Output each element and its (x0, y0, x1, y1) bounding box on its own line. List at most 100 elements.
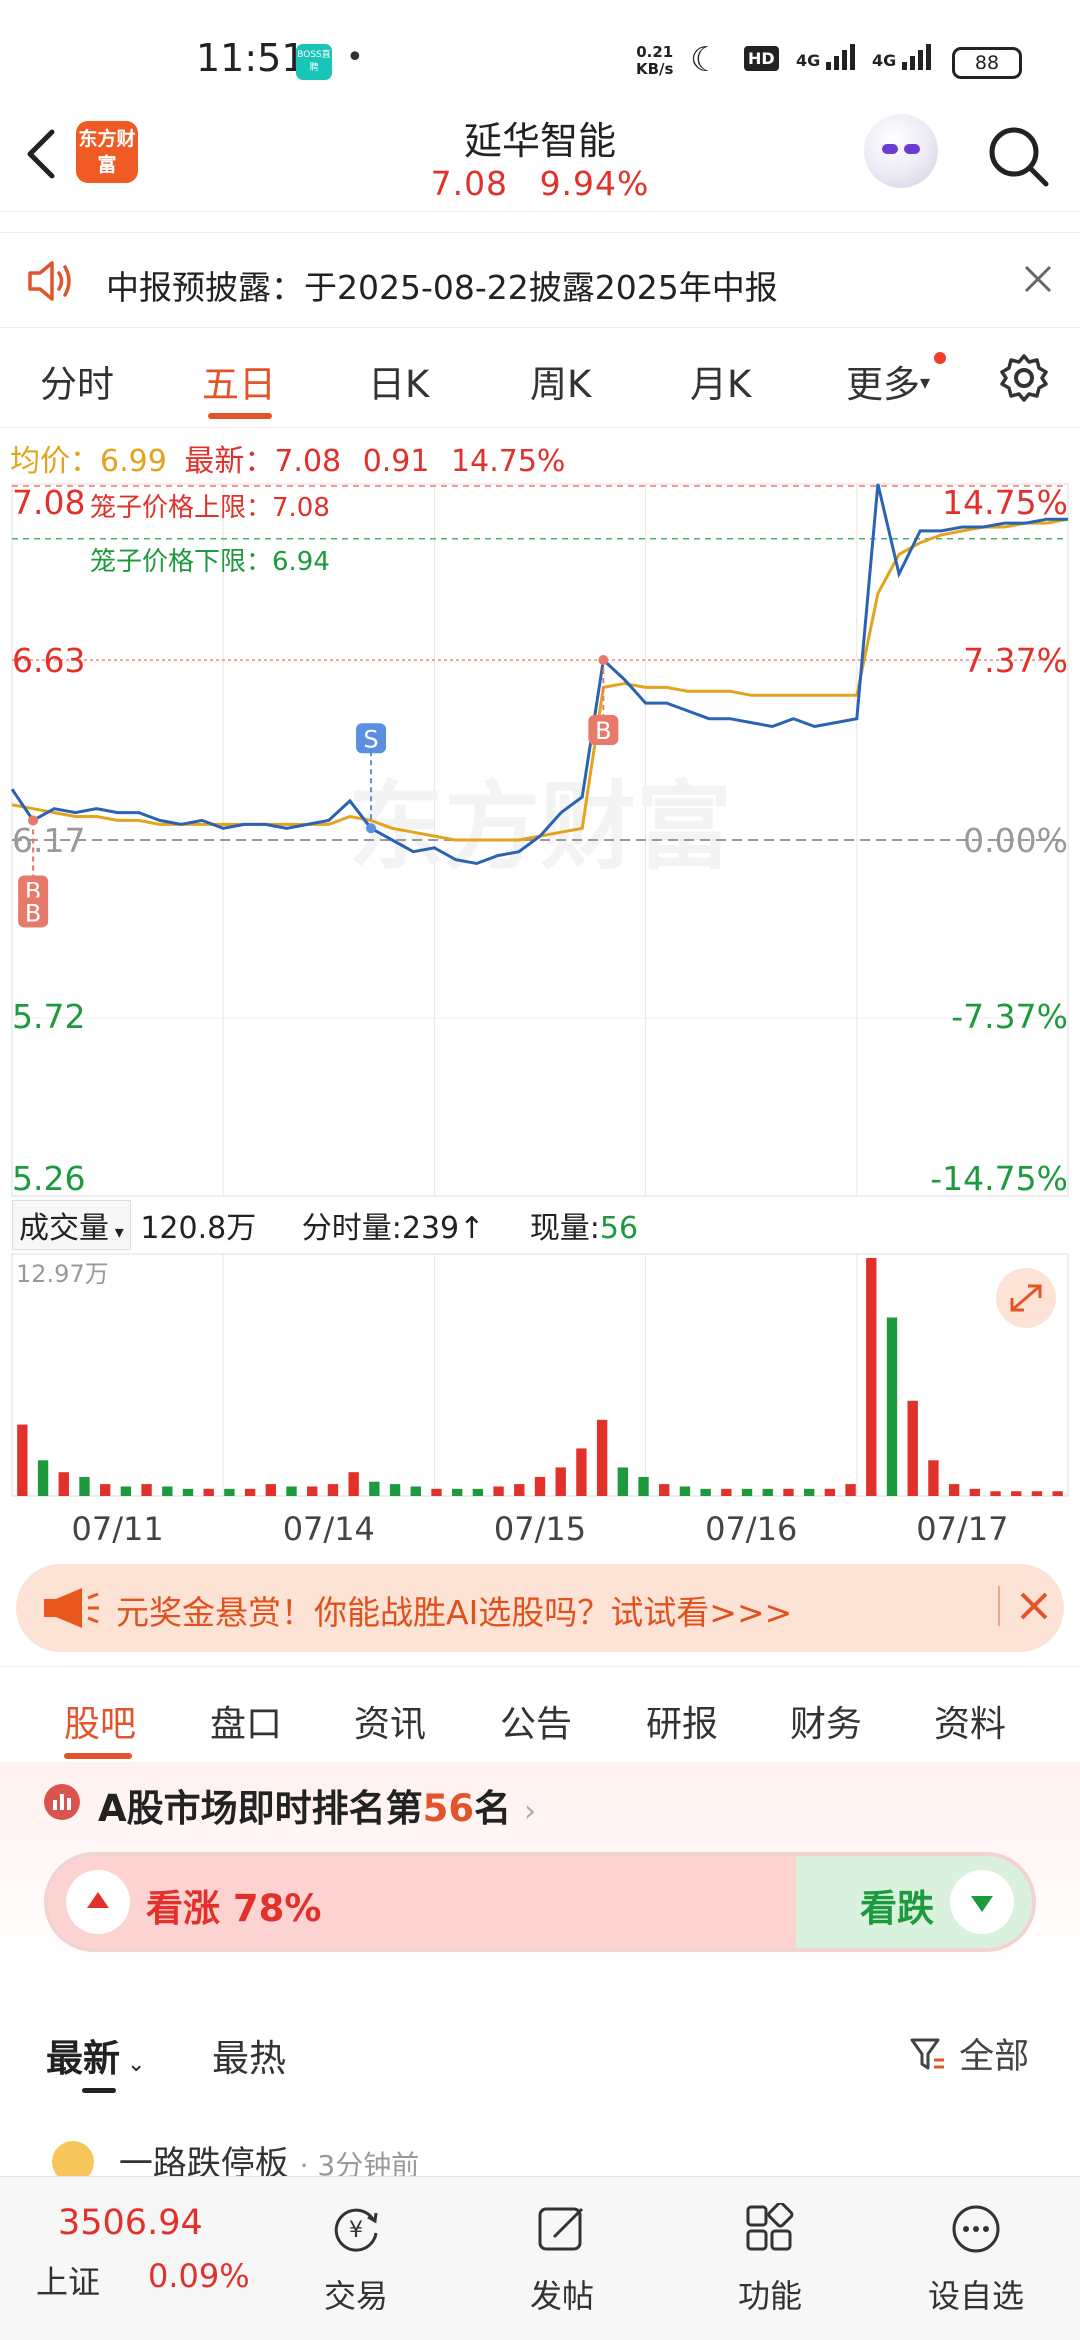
y-tick-right: -14.75% (930, 1159, 1068, 1198)
trade-marker-label: S (363, 725, 378, 753)
volume-bar (866, 1258, 877, 1496)
tick-volume: 分时量:239 (301, 1211, 460, 1246)
tab-more[interactable]: 更多▾ (846, 354, 930, 408)
earnings-notice[interactable]: 中报预披露：于2025-08-22披露2025年中报 (0, 232, 1080, 328)
edit-icon (538, 2207, 584, 2251)
tab-pankou[interactable]: 盘口 (210, 1695, 282, 1747)
index-change[interactable]: 0.09% (148, 2257, 250, 2295)
volume-bar (472, 1488, 484, 1496)
chart-period-tabs: 分时 五日 日K 周K 月K 更多▾ (0, 338, 1080, 428)
volume-selector[interactable]: 成交量 ▾ (12, 1200, 131, 1250)
volume-label: 成交量 (19, 1211, 109, 1246)
search-icon[interactable] (984, 122, 1052, 194)
volume-bar (659, 1484, 670, 1496)
volume-bar (741, 1488, 753, 1496)
tab-announcements[interactable]: 公告 (500, 1695, 572, 1747)
volume-bar (286, 1486, 297, 1496)
chart-canvas[interactable]: 东方财富笼子价格上限：7.08笼子价格下限：6.94BBS B7.086.636.… (0, 480, 1080, 1560)
volume-bar (534, 1476, 546, 1496)
feed-filter-button[interactable]: 全部 (908, 2028, 1029, 2079)
volume-bar (928, 1460, 939, 1496)
hd-icon: HD (744, 46, 779, 71)
yen-exchange-icon: ¥ (334, 2208, 378, 2252)
stock-header: 东方财富 延华智能 7.08 9.94% (0, 110, 1080, 212)
volume-bar (389, 1484, 401, 1496)
volume-bar (990, 1491, 1001, 1496)
volume-bar (203, 1488, 214, 1496)
volume-bar (907, 1400, 918, 1496)
tab-intraday[interactable]: 分时 (40, 354, 114, 408)
x-tick-label: 07/14 (283, 1510, 375, 1548)
five-day-chart[interactable]: 东方财富 笼子价格上限：7.08 笼子价格下限：6.94 B B S B 7.08 6.63 6.… (0, 480, 1080, 1560)
tab-weekly-k[interactable]: 周K (530, 354, 591, 408)
status-time: 11:51 (196, 36, 306, 80)
chevron-right-icon: › (524, 1794, 537, 1829)
ranking-icon (44, 1784, 80, 1820)
volume-bar (120, 1486, 132, 1496)
feed-filter-bar: 最新 ⌄ 最热 全部 (0, 2000, 1080, 2110)
index-name[interactable]: 上证 (36, 2257, 100, 2303)
volume-max-label: 12.97万 (16, 1260, 109, 1288)
close-icon[interactable] (1020, 261, 1056, 301)
cage-lower-label: 笼子价格下限：6.94 (90, 547, 330, 577)
feed-latest-tab[interactable]: 最新 ⌄ (46, 2028, 145, 2082)
y-tick-right: 14.75% (942, 483, 1068, 522)
y-tick-left: 5.72 (12, 997, 85, 1036)
vote-up-button[interactable] (66, 1870, 130, 1934)
tab-active-underline (208, 413, 272, 419)
last-label: 最新： (184, 444, 275, 479)
tab-five-day[interactable]: 五日 (202, 354, 276, 408)
signal-icon-1: 4G (796, 42, 860, 72)
volume-header: 成交量 ▾ 120.8万 分时量:239↑ 现量:56 (12, 1200, 638, 1250)
tab-news[interactable]: 资讯 (354, 1695, 426, 1747)
notice-text: 中报预披露：于2025-08-22披露2025年中报 (106, 268, 778, 307)
volume-bar (679, 1486, 691, 1496)
status-dot: • (346, 40, 364, 75)
index-value[interactable]: 3506.94 (58, 2203, 203, 2243)
chevron-down-icon: ▾ (109, 1222, 124, 1243)
tab-daily-k[interactable]: 日K (368, 354, 429, 408)
volume-bar (369, 1481, 380, 1496)
signal-label-1: 4G (796, 51, 821, 70)
volume-bar (762, 1488, 773, 1496)
y-tick-right: 7.37% (963, 641, 1068, 680)
volume-bar (410, 1486, 421, 1496)
volume-bar (638, 1476, 649, 1496)
volume-bar (514, 1484, 525, 1496)
cage-upper-label: 笼子价格上限：7.08 (90, 493, 330, 523)
tab-research[interactable]: 研报 (646, 1695, 718, 1747)
boss-app-icon: BOSS直聘 (296, 44, 332, 80)
chevron-down-icon: ▾ (920, 370, 931, 394)
tab-guba[interactable]: 股吧 (64, 1695, 136, 1747)
grid-icon (746, 2203, 794, 2251)
speaker-icon (26, 257, 76, 309)
net-speed: 0.21 KB/s (636, 44, 673, 78)
feed-tab-underline (82, 2088, 116, 2093)
volume-bar (576, 1448, 587, 1496)
volume-bar (493, 1486, 504, 1496)
tab-profile[interactable]: 资料 (934, 1695, 1006, 1747)
volume-bar (1031, 1491, 1043, 1496)
x-tick-label: 07/16 (705, 1510, 797, 1548)
svg-text:¥: ¥ (349, 2218, 363, 2243)
volume-bar (617, 1467, 628, 1496)
trade-label: 交易 (323, 2277, 388, 2315)
gear-icon[interactable] (998, 352, 1050, 413)
tab-monthly-k[interactable]: 月K (690, 354, 751, 408)
battery-icon: 88 (952, 47, 1022, 79)
bull-label: 看涨 78% (146, 1887, 322, 1930)
tab-finance[interactable]: 财务 (790, 1695, 862, 1747)
ai-stock-ad-banner[interactable]: 元奖金悬赏！你能战胜AI选股吗？试试看>>> (16, 1564, 1064, 1652)
feed-hot-tab[interactable]: 最热 (212, 2028, 286, 2082)
y-tick-right: 0.00% (963, 821, 1068, 860)
x-tick-label: 07/15 (494, 1510, 586, 1548)
price-info-line: 均价：6.99 最新：7.08 0.91 14.75% (10, 436, 565, 480)
ai-robot-icon[interactable] (864, 114, 938, 188)
close-icon[interactable] (1012, 1584, 1056, 1632)
now-volume-value: 56 (599, 1211, 639, 1246)
volume-bar (1011, 1491, 1022, 1496)
net-speed-value: 0.21 (636, 43, 674, 61)
y-tick-left: 6.17 (12, 821, 85, 860)
volume-bar (17, 1424, 28, 1496)
vote-down-button[interactable] (950, 1870, 1014, 1934)
